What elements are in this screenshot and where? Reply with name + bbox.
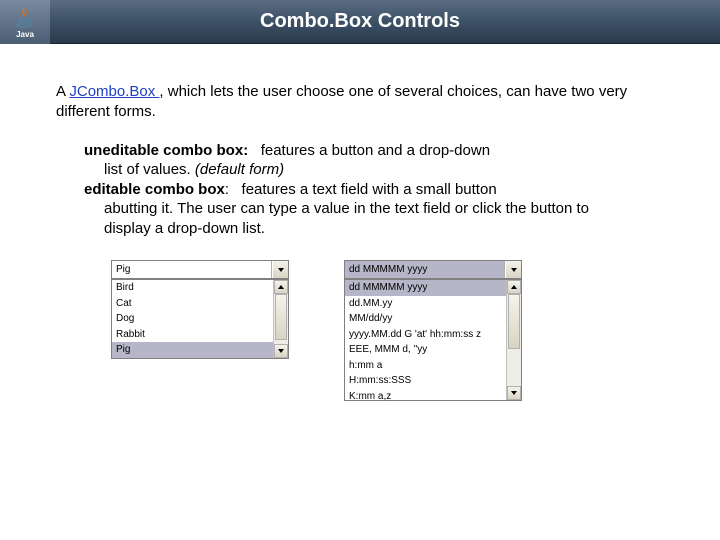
slide-title: Combo.Box Controls	[50, 10, 720, 33]
chevron-down-icon	[511, 268, 517, 272]
scroll-thumb[interactable]	[275, 294, 287, 340]
list-item[interactable]: yyyy.MM.dd G 'at' hh:mm:ss z	[345, 327, 506, 343]
combo-examples-row: Pig Bird Cat Dog Rabbit Pig	[56, 260, 664, 401]
scroll-thumb[interactable]	[508, 294, 520, 349]
chevron-down-icon	[278, 349, 284, 353]
uneditable-combo-button[interactable]	[272, 261, 288, 278]
slide-content: A JCombo.Box , which lets the user choos…	[0, 44, 720, 401]
java-logo: Java	[0, 0, 50, 44]
intro-paragraph: A JCombo.Box , which lets the user choos…	[56, 82, 664, 123]
scroll-up-button[interactable]	[274, 280, 288, 294]
editable-combo-input[interactable]: dd MMMMM yyyy	[345, 261, 505, 278]
uneditable-combo-selected: Pig	[112, 261, 272, 278]
uneditable-combo-example: Pig Bird Cat Dog Rabbit Pig	[111, 260, 289, 401]
definitions: uneditable combo box: features a button …	[56, 141, 664, 239]
scrollbar[interactable]	[273, 280, 288, 358]
scroll-track[interactable]	[274, 294, 288, 344]
slide-header: Java Combo.Box Controls	[0, 0, 720, 44]
editable-title: editable combo box	[84, 181, 225, 198]
list-item[interactable]: dd.MM.yy	[345, 296, 506, 312]
list-item[interactable]: dd MMMMM yyyy	[345, 280, 506, 296]
chevron-up-icon	[511, 285, 517, 289]
editable-line1: editable combo box: features a text fiel…	[84, 180, 636, 200]
editable-combo-example: dd MMMMM yyyy dd MMMMM yyyy dd.MM.yy MM/…	[344, 260, 522, 401]
chevron-up-icon	[278, 285, 284, 289]
uneditable-title: uneditable combo box	[84, 142, 243, 159]
editable-list-items: dd MMMMM yyyy dd.MM.yy MM/dd/yy yyyy.MM.…	[345, 280, 506, 400]
scroll-down-button[interactable]	[274, 344, 288, 358]
list-item[interactable]: K:mm a,z	[345, 389, 506, 405]
jcombobox-link[interactable]: JCombo.Box	[69, 83, 159, 100]
list-item[interactable]: Rabbit	[112, 327, 273, 343]
editable-combo-list[interactable]: dd MMMMM yyyy dd.MM.yy MM/dd/yy yyyy.MM.…	[344, 279, 522, 401]
java-logo-text: Java	[16, 30, 34, 39]
editable-line2: abutting it. The user can type a value i…	[84, 199, 636, 238]
list-item[interactable]: h:mm a	[345, 358, 506, 374]
list-item[interactable]: Bird	[112, 280, 273, 296]
scroll-track[interactable]	[507, 294, 521, 386]
uneditable-combo-field[interactable]: Pig	[111, 260, 289, 279]
editable-combo-button[interactable]	[505, 261, 521, 278]
list-item[interactable]: H:mm:ss:SSS	[345, 373, 506, 389]
uneditable-line1: uneditable combo box: features a button …	[84, 141, 636, 161]
scrollbar[interactable]	[506, 280, 521, 400]
java-cup-icon	[14, 7, 36, 29]
scroll-up-button[interactable]	[507, 280, 521, 294]
uneditable-body1: features a button and a drop-down	[261, 142, 490, 159]
intro-prefix: A	[56, 83, 69, 100]
list-item[interactable]: Pig	[112, 342, 273, 358]
chevron-down-icon	[511, 391, 517, 395]
uneditable-combo-list[interactable]: Bird Cat Dog Rabbit Pig	[111, 279, 289, 359]
list-item[interactable]: MM/dd/yy	[345, 311, 506, 327]
editable-body1: features a text field with a small butto…	[242, 181, 497, 198]
list-item[interactable]: Dog	[112, 311, 273, 327]
uneditable-line2: list of values. (default form)	[84, 160, 636, 180]
uneditable-list-items: Bird Cat Dog Rabbit Pig	[112, 280, 273, 358]
editable-combo-field[interactable]: dd MMMMM yyyy	[344, 260, 522, 279]
scroll-down-button[interactable]	[507, 386, 521, 400]
list-item[interactable]: EEE, MMM d, ''yy	[345, 342, 506, 358]
chevron-down-icon	[278, 268, 284, 272]
list-item[interactable]: Cat	[112, 296, 273, 312]
